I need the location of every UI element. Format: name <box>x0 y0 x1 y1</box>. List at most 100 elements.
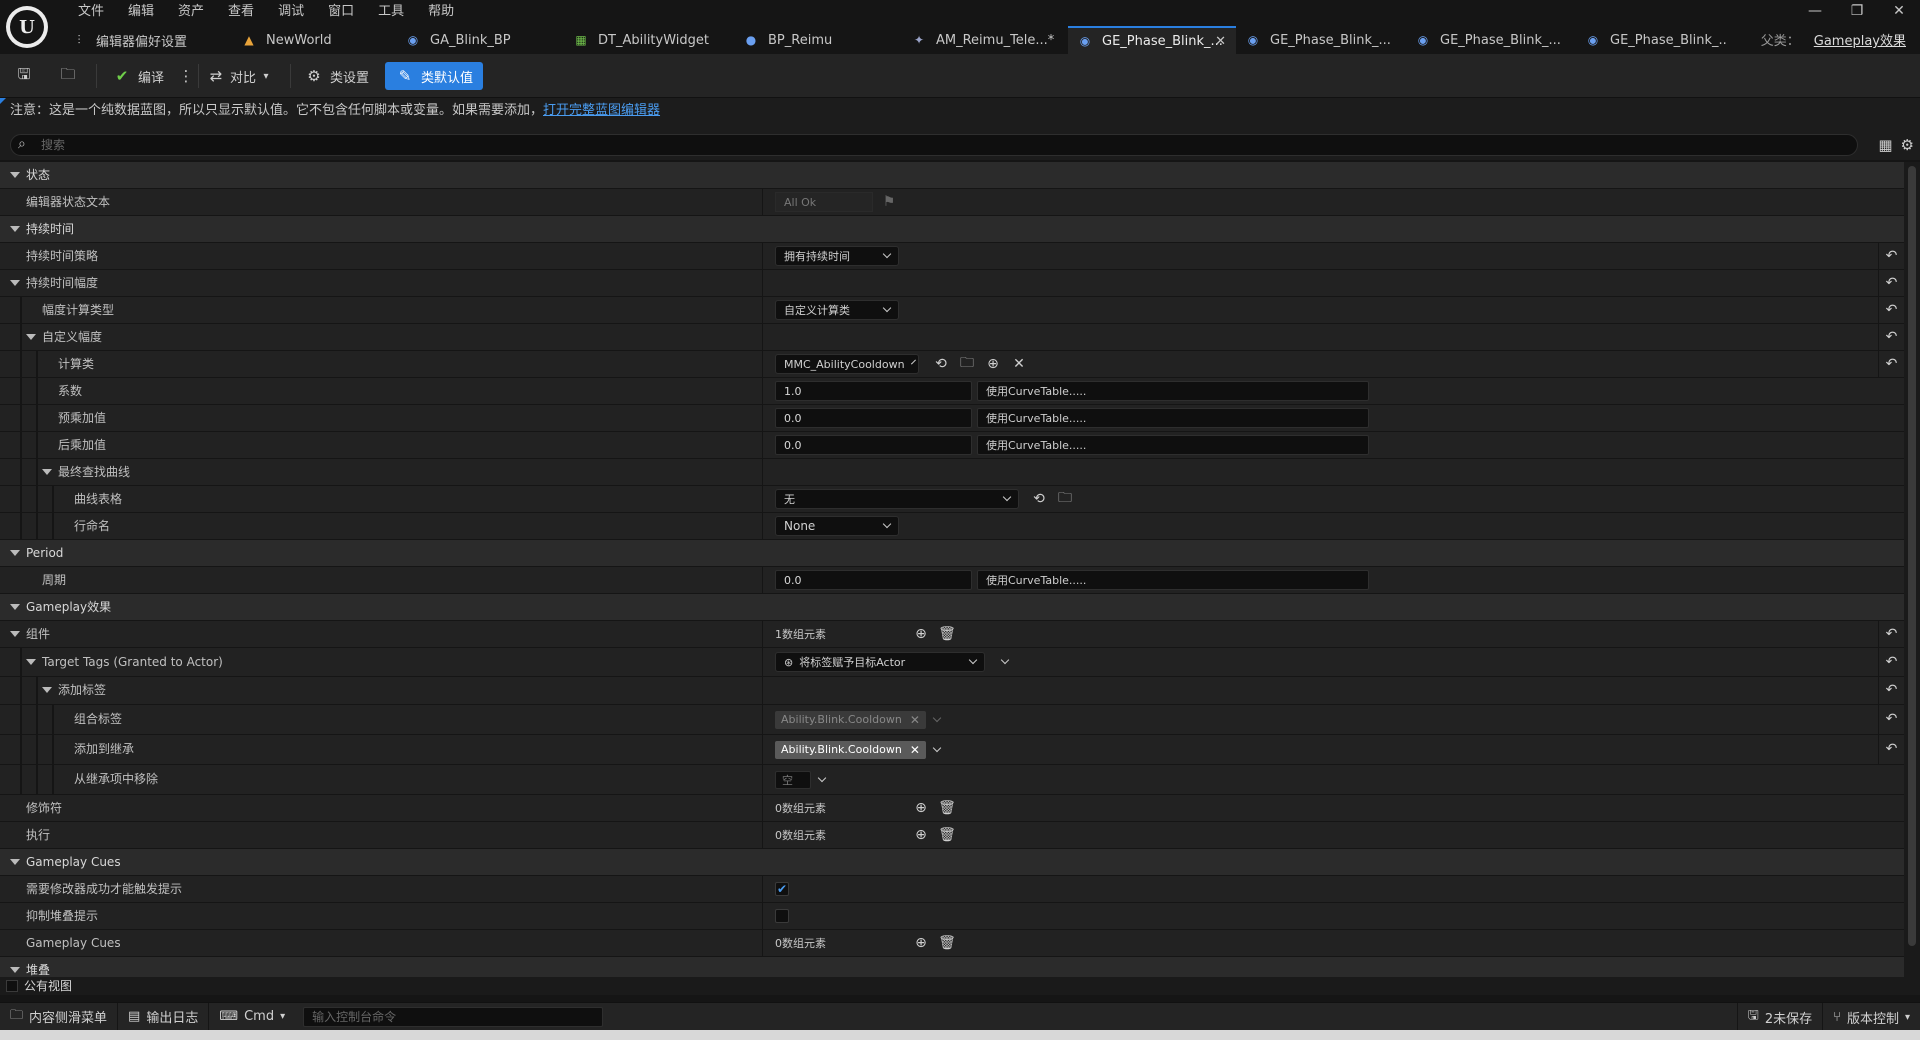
add-element-icon[interactable]: ⊕ <box>911 798 931 818</box>
tab-ge-phase-blink-4[interactable]: ◉ GE_Phase_Blink_... <box>1576 26 1726 54</box>
menu-tools[interactable]: 工具 <box>366 2 416 22</box>
tab-am-reimu-tele[interactable]: ✦ AM_Reimu_Tele...* <box>902 26 1068 54</box>
save-button[interactable]: 🖫 <box>14 62 34 90</box>
clear-icon[interactable]: ✕ <box>1009 354 1029 374</box>
settings-gear-icon[interactable]: ⚙ <box>1901 136 1914 154</box>
magnitude-calc-type-dropdown[interactable]: 自定义计算类 <box>775 300 899 320</box>
property-add-tags[interactable]: 添加标签 ↶ <box>0 677 1904 705</box>
delete-all-icon[interactable]: 🗑 <box>937 933 957 953</box>
category-stacking[interactable]: 堆叠 <box>0 957 1904 977</box>
unreal-logo-icon[interactable]: U <box>6 6 48 48</box>
category-period[interactable]: Period <box>0 540 1904 567</box>
reset-to-default-icon[interactable]: ↶ <box>1878 705 1904 734</box>
tab-bp-reimu[interactable]: ● BP_Reimu <box>734 26 902 54</box>
output-log-button[interactable]: ▤ 输出日志 <box>118 1002 210 1031</box>
menu-asset[interactable]: 资产 <box>166 2 216 22</box>
menu-debug[interactable]: 调试 <box>266 2 316 22</box>
browse-asset-icon[interactable]: 🗀 <box>957 354 977 374</box>
search-input[interactable] <box>41 137 1841 153</box>
coefficient-input[interactable]: 1.0 <box>775 381 972 401</box>
reset-to-default-icon[interactable]: ↶ <box>1878 324 1904 350</box>
compile-button[interactable]: ✔ 编译 <box>112 62 164 90</box>
category-status[interactable]: 状态 <box>0 162 1904 189</box>
add-element-icon[interactable]: ⊕ <box>911 825 931 845</box>
content-drawer-button[interactable]: 🗀 内容侧滑菜单 <box>0 1002 119 1031</box>
menu-view[interactable]: 查看 <box>216 2 266 22</box>
menu-edit[interactable]: 编辑 <box>116 2 166 22</box>
add-icon[interactable]: ⊕ <box>983 354 1003 374</box>
removed-tags-empty[interactable]: 空 <box>775 770 811 789</box>
property-components[interactable]: 组件 1数组元素 ⊕ 🗑 ↶ <box>0 621 1904 648</box>
use-selected-icon[interactable]: ⟲ <box>931 354 951 374</box>
restore-button[interactable]: ❐ <box>1836 0 1878 22</box>
menu-help[interactable]: 帮助 <box>416 2 466 22</box>
reset-to-default-icon[interactable]: ↶ <box>1878 243 1904 269</box>
reset-to-default-icon[interactable]: ↶ <box>1878 270 1904 296</box>
component-class-dropdown[interactable]: ⊛ 将标签赋予目标Actor <box>775 652 985 672</box>
property-duration-magnitude[interactable]: 持续时间幅度 ↶ <box>0 270 1904 297</box>
pre-multiply-input[interactable]: 0.0 <box>775 408 972 428</box>
class-settings-button[interactable]: ⚙ 类设置 <box>304 62 369 90</box>
unsaved-button[interactable]: 🖫 2未保存 <box>1736 1003 1822 1031</box>
reset-to-default-icon[interactable]: ↶ <box>1878 677 1904 704</box>
open-full-blueprint-editor-link[interactable]: 打开完整蓝图编辑器 <box>543 103 660 118</box>
tab-ga-blink-bp[interactable]: ◉ GA_Blink_BP <box>396 26 564 54</box>
parent-class-link[interactable]: Gameplay效果 <box>1814 34 1906 49</box>
public-view-checkbox[interactable] <box>6 980 18 992</box>
coefficient-curve-dropdown[interactable]: 使用CurveTable..... <box>977 381 1369 401</box>
remove-tag-icon[interactable]: ✕ <box>910 743 920 757</box>
diff-button[interactable]: ⇄ 对比 ▾ <box>206 62 276 90</box>
tab-ge-phase-blink-3[interactable]: ◉ GE_Phase_Blink_... <box>1406 26 1576 54</box>
reset-to-default-icon[interactable]: ↶ <box>1878 648 1904 676</box>
use-selected-icon[interactable]: ⟲ <box>1029 489 1049 509</box>
row-name-dropdown[interactable]: None <box>775 516 899 536</box>
reset-to-default-icon[interactable]: ↶ <box>1878 351 1904 377</box>
reset-to-default-icon[interactable]: ↶ <box>1878 297 1904 323</box>
category-gameplay-cues[interactable]: Gameplay Cues <box>0 849 1904 876</box>
added-tag-chip[interactable]: Ability.Blink.Cooldown ✕ <box>775 740 926 759</box>
tag-picker-chevron-icon[interactable] <box>817 773 827 782</box>
tab-dt-abilitywidget[interactable]: ▦ DT_AbilityWidget <box>564 26 734 54</box>
cmd-dropdown[interactable]: ⌨ Cmd ▾ <box>209 1003 295 1031</box>
tab-ge-phase-blink-active[interactable]: ◉ GE_Phase_Blink_... ✕ <box>1068 26 1236 54</box>
post-multiply-input[interactable]: 0.0 <box>775 435 972 455</box>
tag-picker-chevron-icon[interactable] <box>932 743 942 752</box>
browse-asset-icon[interactable]: 🗀 <box>1055 489 1075 509</box>
source-control-button[interactable]: ⑂ 版本控制 ▾ <box>1822 1003 1920 1031</box>
period-curve-dropdown[interactable]: 使用CurveTable..... <box>977 570 1369 590</box>
delete-all-icon[interactable]: 🗑 <box>937 624 957 644</box>
tab-ge-phase-blink-2[interactable]: ◉ GE_Phase_Blink_... <box>1236 26 1406 54</box>
curve-table-dropdown[interactable]: 无 <box>775 489 1019 509</box>
public-view-toggle[interactable]: 公有视图 <box>0 977 1920 995</box>
compile-options-button[interactable]: ⋮ <box>176 62 196 90</box>
console-command-input[interactable] <box>303 1006 604 1027</box>
property-final-lookup-curve[interactable]: 最终查找曲线 <box>0 459 1904 486</box>
period-input[interactable]: 0.0 <box>775 570 972 590</box>
details-scrollbar[interactable] <box>1904 162 1920 977</box>
category-duration[interactable]: 持续时间 <box>0 216 1904 243</box>
tab-editor-preferences[interactable]: ⫶ 编辑器偏好设置 <box>62 26 232 54</box>
menu-window[interactable]: 窗口 <box>316 2 366 22</box>
delete-all-icon[interactable]: 🗑 <box>937 798 957 818</box>
tab-newworld[interactable]: ▲ NewWorld <box>232 26 396 54</box>
suppress-stacking-checkbox[interactable] <box>775 909 789 923</box>
category-gameplay-effect[interactable]: Gameplay效果 <box>0 594 1904 621</box>
require-modifier-checkbox[interactable]: ✔ <box>775 882 789 896</box>
browse-button[interactable]: 🗀 <box>58 62 78 90</box>
property-matrix-icon[interactable]: ▦ <box>1878 136 1892 154</box>
reset-to-default-icon[interactable]: ↶ <box>1878 621 1904 647</box>
duration-policy-dropdown[interactable]: 拥有持续时间 <box>775 246 899 266</box>
delete-all-icon[interactable]: 🗑 <box>937 825 957 845</box>
calc-class-dropdown[interactable]: MMC_AbilityCooldown <box>775 354 919 374</box>
minimize-button[interactable]: — <box>1794 0 1836 22</box>
tab-close-icon[interactable]: ✕ <box>1215 34 1226 49</box>
close-window-button[interactable]: ✕ <box>1878 0 1920 22</box>
reset-to-default-icon[interactable]: ↶ <box>1878 735 1904 764</box>
pre-multiply-curve-dropdown[interactable]: 使用CurveTable..... <box>977 408 1369 428</box>
add-element-icon[interactable]: ⊕ <box>911 933 931 953</box>
component-options-chevron-icon[interactable] <box>995 652 1015 672</box>
property-custom-magnitude[interactable]: 自定义幅度 ↶ <box>0 324 1904 351</box>
menu-file[interactable]: 文件 <box>66 2 116 22</box>
property-target-tags[interactable]: Target Tags (Granted to Actor) ⊛ 将标签赋予目标A… <box>0 648 1904 677</box>
post-multiply-curve-dropdown[interactable]: 使用CurveTable..... <box>977 435 1369 455</box>
